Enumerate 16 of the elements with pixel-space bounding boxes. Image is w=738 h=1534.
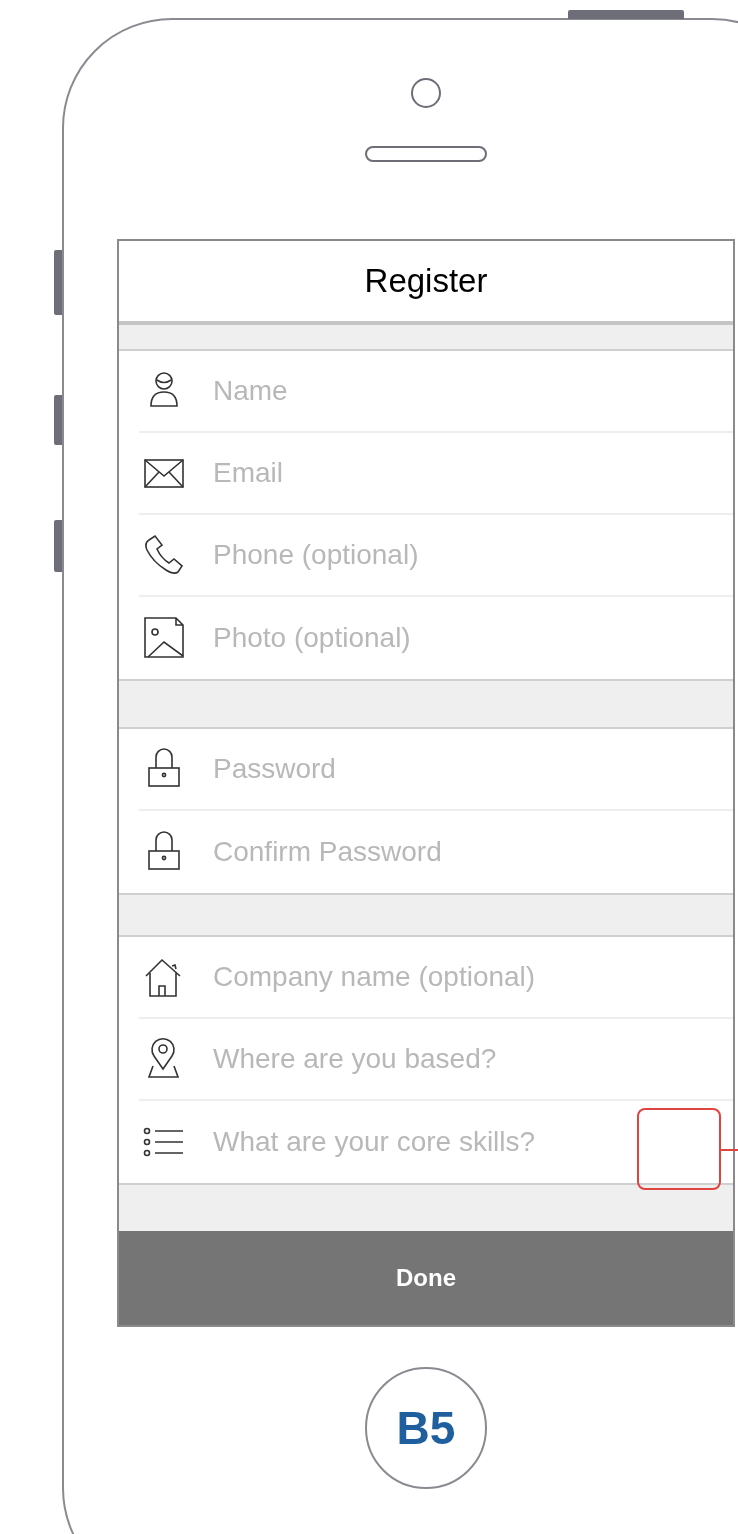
input-field[interactable]: Confirm Password — [213, 827, 721, 877]
input-field[interactable]: Company name (optional) — [213, 952, 721, 1002]
done-button[interactable]: Done — [119, 1231, 733, 1325]
image-icon — [141, 615, 187, 661]
camera-icon — [411, 78, 441, 108]
input-field[interactable]: Email — [213, 448, 721, 498]
input-field[interactable]: Password — [213, 744, 721, 794]
input-field[interactable]: Photo (optional) — [213, 613, 721, 663]
screen-title: Register — [119, 241, 733, 325]
input-field[interactable]: Phone (optional) — [213, 530, 721, 580]
leader-line — [721, 1149, 738, 1151]
input-field[interactable]: What are your core skills? — [213, 1117, 721, 1167]
home-button[interactable]: B5 — [365, 1367, 487, 1489]
input-field[interactable]: Name — [213, 366, 721, 416]
speaker-icon — [365, 146, 487, 162]
input-field[interactable]: Where are you based? — [213, 1034, 721, 1084]
